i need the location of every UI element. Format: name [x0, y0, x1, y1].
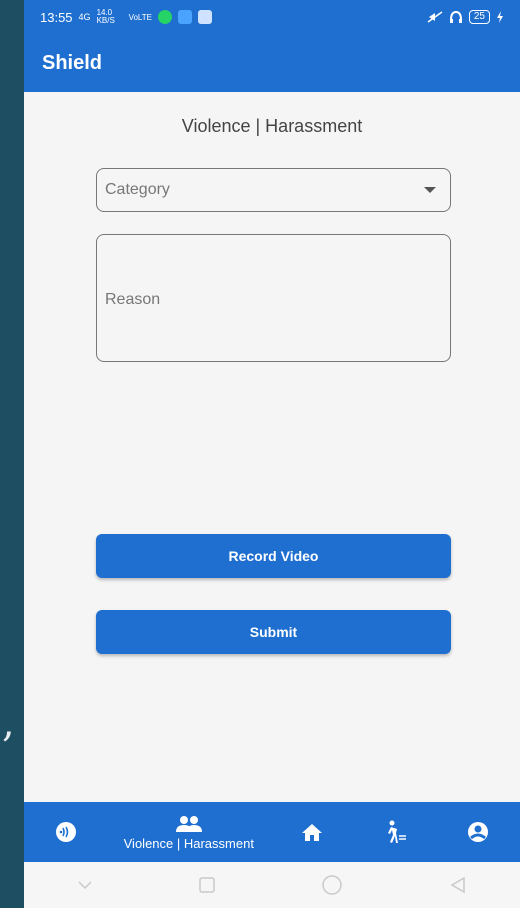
app-notification-icon [177, 10, 192, 24]
chevron-down-icon[interactable] [77, 880, 93, 890]
image-notification-icon [197, 10, 212, 24]
app-bar: Shield [24, 34, 520, 92]
charging-icon [497, 11, 503, 23]
home-circle-icon[interactable] [321, 874, 343, 896]
main-content: Violence | Harassment Category Reason Re… [24, 92, 520, 802]
bottom-navigation: Violence | Harassment [24, 802, 520, 862]
record-video-button[interactable]: Record Video [96, 534, 451, 578]
people-icon [175, 815, 202, 832]
status-time: 13:55 [40, 9, 73, 25]
system-navigation-bar [24, 862, 520, 908]
app-title: Shield [42, 51, 103, 74]
left-wallpaper-strip: , [0, 0, 24, 908]
dropdown-arrow-icon [424, 187, 436, 193]
account-circle-icon [468, 822, 489, 842]
nav-item-walk[interactable] [355, 819, 435, 845]
submit-label: Submit [249, 624, 298, 640]
section-title: Violence | Harassment [181, 116, 363, 136]
decorative-comma: , [2, 700, 15, 746]
network-speed: 14.0 KB/S [96, 8, 115, 25]
mute-icon [427, 11, 443, 23]
submit-button[interactable]: Submit [96, 610, 451, 654]
recent-apps-icon[interactable] [199, 877, 215, 893]
back-triangle-icon[interactable] [449, 876, 467, 894]
nav-item-violence-harassment[interactable]: Violence | Harassment [109, 814, 269, 851]
status-left: 13:55 4G 14.0 KB/S VoLTE [40, 9, 212, 25]
status-right: 25 [427, 10, 504, 24]
reason-placeholder: Reason [105, 291, 161, 308]
walk-icon [388, 820, 407, 843]
record-video-label: Record Video [228, 548, 319, 564]
home-icon [301, 824, 322, 841]
phone-screen: 13:55 4G 14.0 KB/S VoLTE 25 Shield Viole… [24, 0, 520, 908]
reason-input[interactable]: Reason [96, 234, 451, 362]
nav-item-profile[interactable] [438, 820, 518, 844]
volte-indicator: VoLTE [128, 12, 152, 22]
nav-item-home[interactable] [272, 821, 352, 843]
battery-indicator: 25 [468, 10, 490, 24]
nav-label-violence-harassment: Violence | Harassment [123, 835, 254, 851]
nfc-icon [55, 822, 76, 842]
whatsapp-icon [157, 10, 172, 24]
headphones-icon [449, 10, 462, 23]
category-dropdown[interactable]: Category [96, 168, 451, 212]
signal-indicator: 4G [78, 12, 91, 22]
status-bar: 13:55 4G 14.0 KB/S VoLTE 25 [24, 0, 520, 34]
category-placeholder: Category [105, 181, 170, 198]
nav-item-nfc[interactable] [26, 820, 106, 844]
